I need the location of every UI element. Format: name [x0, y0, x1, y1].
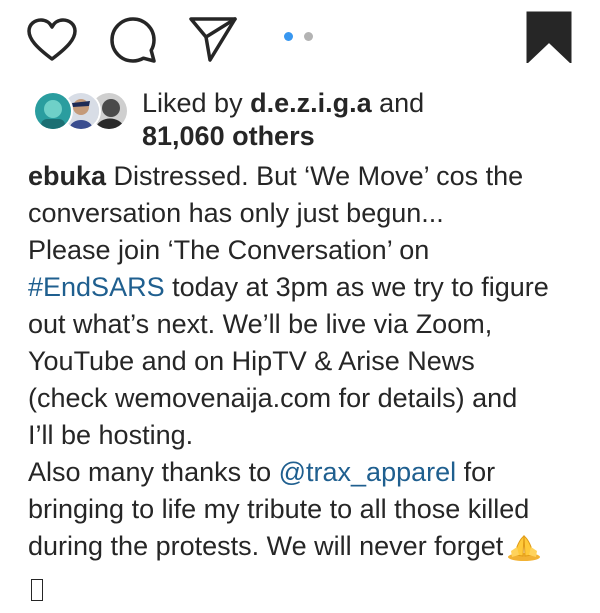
- caption-text: Distressed. But ‘We Move’ cos the: [106, 161, 524, 191]
- caption-line: #EndSARS today at 3pm as we try to figur…: [28, 269, 588, 306]
- caption-line: [28, 571, 588, 608]
- caption-text: during the protests. We will never forge…: [28, 531, 504, 561]
- caption-line: conversation has only just begun...: [28, 198, 444, 228]
- hashtag-link[interactable]: #EndSARS: [28, 272, 165, 302]
- praying-hands-emoji-icon: [507, 533, 541, 571]
- caption-line: YouTube and on HipTV & Arise News: [28, 346, 475, 376]
- bookmark-icon[interactable]: [526, 11, 572, 63]
- mention-link[interactable]: @trax_apparel: [279, 457, 457, 487]
- caption-line: I’ll be hosting.: [28, 420, 194, 450]
- caption-text: today at 3pm as we try to figure: [164, 272, 549, 302]
- caption-line: bringing to life my tribute to all those…: [28, 494, 530, 524]
- liked-by-prefix: Liked by: [142, 88, 251, 118]
- post-action-bar: [0, 0, 600, 80]
- avatar[interactable]: [33, 91, 73, 131]
- likes-count[interactable]: 81,060 others: [142, 121, 315, 151]
- caption-line: during the protests. We will never forge…: [28, 528, 588, 571]
- liker-avatars[interactable]: [33, 91, 129, 131]
- heart-icon[interactable]: [26, 17, 78, 63]
- caption-line: Please join ‘The Conversation’ on: [28, 235, 430, 265]
- caption-line: Also many thanks to @trax_apparel for: [28, 454, 588, 491]
- liked-by-and: and: [371, 88, 425, 118]
- caption-line: (check wemovenaija.com for details) and: [28, 383, 518, 413]
- carousel-dot: [304, 32, 313, 41]
- caption-text: for: [456, 457, 496, 487]
- liker-username[interactable]: d.e.z.i.g.a: [250, 88, 372, 118]
- likes-summary: Liked by d.e.z.i.g.a and 81,060 others: [33, 87, 593, 153]
- post-caption: ebuka Distressed. But ‘We Move’ cos the …: [28, 158, 588, 608]
- liked-by-text: Liked by d.e.z.i.g.a and 81,060 others: [142, 87, 424, 153]
- caption-username[interactable]: ebuka: [28, 161, 106, 191]
- unsupported-glyph-icon: [31, 579, 43, 601]
- paper-plane-icon[interactable]: [188, 15, 238, 63]
- caption-line: ebuka Distressed. But ‘We Move’ cos the: [28, 158, 588, 195]
- carousel-dot-active: [284, 32, 293, 41]
- comment-icon[interactable]: [108, 15, 158, 65]
- caption-text: Also many thanks to: [28, 457, 279, 487]
- caption-line: out what’s next. We’ll be live via Zoom,: [28, 309, 493, 339]
